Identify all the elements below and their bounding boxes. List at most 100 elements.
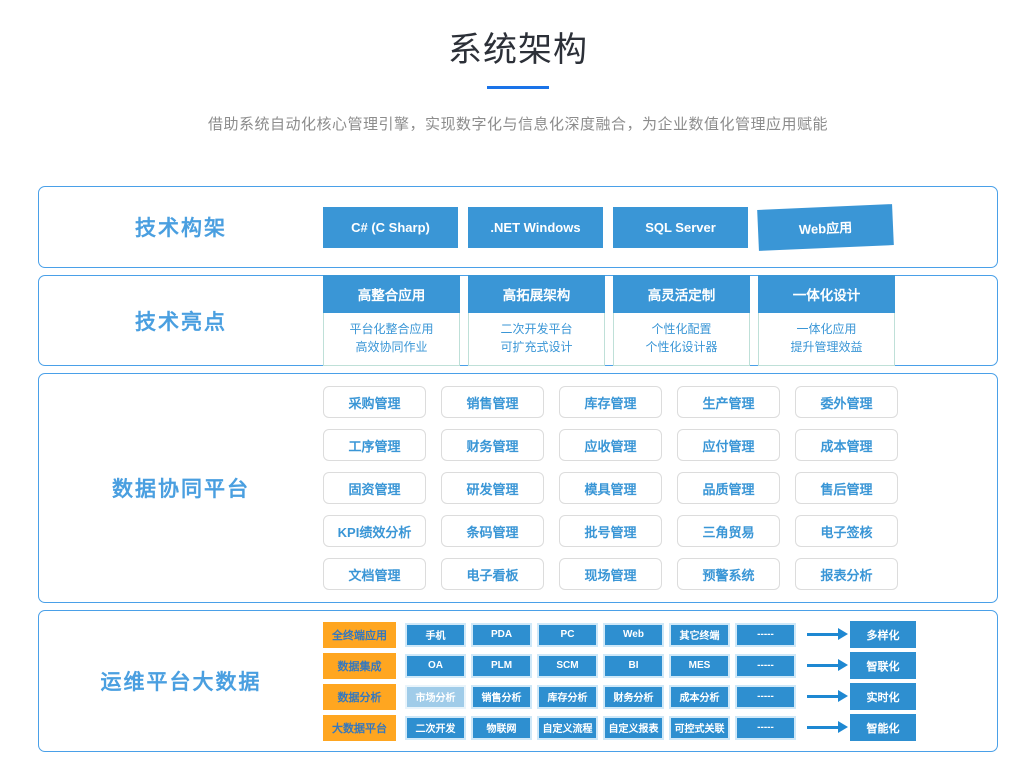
ops-item-more: ----- bbox=[735, 716, 796, 740]
module-grid: 采购管理 销售管理 库存管理 生产管理 委外管理 工序管理 财务管理 应收管理 … bbox=[323, 386, 898, 590]
module-cell: 品质管理 bbox=[677, 472, 780, 504]
section-tech-highlights-label: 技术亮点 bbox=[39, 306, 323, 336]
module-cell: 三角贸易 bbox=[677, 515, 780, 547]
module-cell: 工序管理 bbox=[323, 429, 426, 461]
ops-item-more: ----- bbox=[735, 685, 796, 709]
highlight-card-body: 二次开发平台 可扩充式设计 bbox=[468, 313, 605, 366]
ops-item-more: ----- bbox=[735, 654, 796, 678]
ops-item: 自定义流程 bbox=[537, 716, 598, 740]
module-cell: 报表分析 bbox=[795, 558, 898, 590]
module-cell: 库存管理 bbox=[559, 386, 662, 418]
ops-item: 销售分析 bbox=[471, 685, 532, 709]
module-cell: 模具管理 bbox=[559, 472, 662, 504]
ops-category: 数据分析 bbox=[323, 684, 396, 710]
ops-row-analysis: 数据分析 市场分析 销售分析 库存分析 财务分析 成本分析 ----- 实时化 bbox=[323, 683, 916, 710]
ops-item: 自定义报表 bbox=[603, 716, 664, 740]
highlight-line: 提升管理效益 bbox=[759, 338, 894, 356]
highlight-line: 个性化配置 bbox=[614, 320, 749, 338]
ops-row-bigdata-platform: 大数据平台 二次开发 物联网 自定义流程 自定义报表 可控式关联 ----- 智… bbox=[323, 714, 916, 741]
ops-item: BI bbox=[603, 654, 664, 678]
right-arrow-icon bbox=[807, 664, 839, 667]
highlight-line: 一体化应用 bbox=[759, 320, 894, 338]
ops-row-integration: 数据集成 OA PLM SCM BI MES ----- 智联化 bbox=[323, 652, 916, 679]
module-cell: 研发管理 bbox=[441, 472, 544, 504]
ops-result: 多样化 bbox=[850, 621, 916, 648]
highlight-card-body: 平台化整合应用 高效协同作业 bbox=[323, 313, 460, 366]
section-ops-bigdata: 运维平台大数据 全终端应用 手机 PDA PC Web 其它终端 ----- 多… bbox=[38, 610, 998, 752]
tech-button-sqlserver: SQL Server bbox=[613, 207, 748, 248]
tech-button-webapp: Web应用 bbox=[757, 204, 894, 251]
highlight-line: 可扩充式设计 bbox=[469, 338, 604, 356]
ops-result: 智联化 bbox=[850, 652, 916, 679]
section-data-platform-label: 数据协同平台 bbox=[39, 473, 323, 503]
module-cell: 批号管理 bbox=[559, 515, 662, 547]
ops-item: 手机 bbox=[405, 623, 466, 647]
page-title: 系统架构 bbox=[0, 0, 1036, 71]
ops-row-terminals: 全终端应用 手机 PDA PC Web 其它终端 ----- 多样化 bbox=[323, 621, 916, 648]
ops-result: 实时化 bbox=[850, 683, 916, 710]
module-cell: 应收管理 bbox=[559, 429, 662, 461]
tech-button-dotnet: .NET Windows bbox=[468, 207, 603, 248]
highlight-line: 平台化整合应用 bbox=[324, 320, 459, 338]
ops-category: 全终端应用 bbox=[323, 622, 396, 648]
module-cell: 售后管理 bbox=[795, 472, 898, 504]
ops-result: 智能化 bbox=[850, 714, 916, 741]
page-subtitle: 借助系统自动化核心管理引擎，实现数字化与信息化深度融合，为企业数值化管理应用赋能 bbox=[0, 113, 1036, 134]
highlight-line: 个性化设计器 bbox=[614, 338, 749, 356]
highlight-cards-row: 高整合应用 平台化整合应用 高效协同作业 高拓展架构 二次开发平台 可扩充式设计… bbox=[323, 275, 895, 366]
tech-buttons-row: C# (C Sharp) .NET Windows SQL Server Web… bbox=[323, 207, 893, 248]
highlight-card: 一体化设计 一体化应用 提升管理效益 bbox=[758, 275, 895, 366]
highlight-line: 二次开发平台 bbox=[469, 320, 604, 338]
highlight-card: 高拓展架构 二次开发平台 可扩充式设计 bbox=[468, 275, 605, 366]
ops-item: PDA bbox=[471, 623, 532, 647]
module-cell: KPI绩效分析 bbox=[323, 515, 426, 547]
page-header: 系统架构 借助系统自动化核心管理引擎，实现数字化与信息化深度融合，为企业数值化管… bbox=[0, 0, 1036, 134]
ops-item: 财务分析 bbox=[603, 685, 664, 709]
highlight-line: 高效协同作业 bbox=[324, 338, 459, 356]
highlight-card-header: 高灵活定制 bbox=[613, 275, 750, 313]
module-cell: 生产管理 bbox=[677, 386, 780, 418]
module-cell: 固资管理 bbox=[323, 472, 426, 504]
ops-item: MES bbox=[669, 654, 730, 678]
ops-item: OA bbox=[405, 654, 466, 678]
ops-item: 市场分析 bbox=[405, 685, 466, 709]
module-cell: 财务管理 bbox=[441, 429, 544, 461]
section-data-platform: 数据协同平台 采购管理 销售管理 库存管理 生产管理 委外管理 工序管理 财务管… bbox=[38, 373, 998, 603]
right-arrow-icon bbox=[807, 633, 839, 636]
module-cell: 成本管理 bbox=[795, 429, 898, 461]
module-cell: 采购管理 bbox=[323, 386, 426, 418]
ops-item-more: ----- bbox=[735, 623, 796, 647]
title-underline bbox=[487, 86, 549, 89]
tech-button-csharp: C# (C Sharp) bbox=[323, 207, 458, 248]
section-tech-framework: 技术构架 C# (C Sharp) .NET Windows SQL Serve… bbox=[38, 186, 998, 268]
ops-item: 二次开发 bbox=[405, 716, 466, 740]
highlight-card-body: 一体化应用 提升管理效益 bbox=[758, 313, 895, 366]
highlight-card-body: 个性化配置 个性化设计器 bbox=[613, 313, 750, 366]
module-cell: 委外管理 bbox=[795, 386, 898, 418]
ops-category: 数据集成 bbox=[323, 653, 396, 679]
ops-item: 库存分析 bbox=[537, 685, 598, 709]
right-arrow-icon bbox=[807, 726, 839, 729]
highlight-card-header: 高整合应用 bbox=[323, 275, 460, 313]
ops-item: 成本分析 bbox=[669, 685, 730, 709]
module-cell: 电子签核 bbox=[795, 515, 898, 547]
ops-item: PLM bbox=[471, 654, 532, 678]
ops-rows: 全终端应用 手机 PDA PC Web 其它终端 ----- 多样化 数据集成 … bbox=[323, 621, 916, 741]
ops-item: 可控式关联 bbox=[669, 716, 730, 740]
module-cell: 条码管理 bbox=[441, 515, 544, 547]
highlight-card-header: 一体化设计 bbox=[758, 275, 895, 313]
ops-item: 物联网 bbox=[471, 716, 532, 740]
section-tech-highlights: 技术亮点 高整合应用 平台化整合应用 高效协同作业 高拓展架构 二次开发平台 可… bbox=[38, 275, 998, 366]
module-cell: 销售管理 bbox=[441, 386, 544, 418]
section-tech-framework-label: 技术构架 bbox=[39, 212, 323, 242]
module-cell: 电子看板 bbox=[441, 558, 544, 590]
module-cell: 应付管理 bbox=[677, 429, 780, 461]
section-ops-bigdata-label: 运维平台大数据 bbox=[39, 666, 323, 696]
module-cell: 现场管理 bbox=[559, 558, 662, 590]
highlight-card: 高整合应用 平台化整合应用 高效协同作业 bbox=[323, 275, 460, 366]
ops-category: 大数据平台 bbox=[323, 715, 396, 741]
highlight-card: 高灵活定制 个性化配置 个性化设计器 bbox=[613, 275, 750, 366]
right-arrow-icon bbox=[807, 695, 839, 698]
ops-item: SCM bbox=[537, 654, 598, 678]
ops-item: Web bbox=[603, 623, 664, 647]
